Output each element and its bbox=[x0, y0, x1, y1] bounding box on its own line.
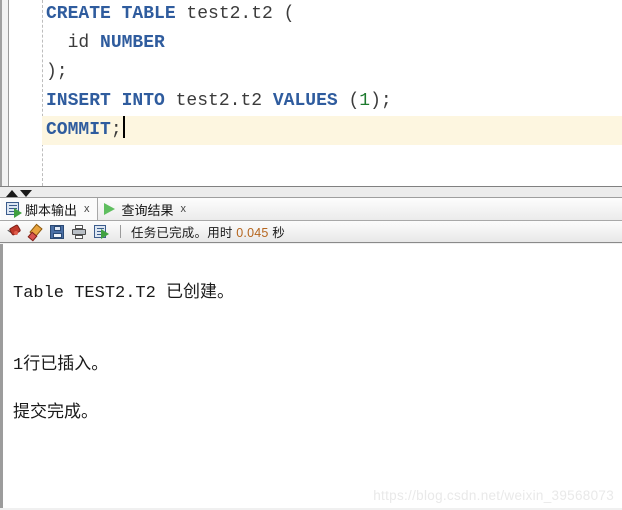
output-blank-line bbox=[13, 306, 622, 330]
splitter-collapse-arrows[interactable] bbox=[6, 188, 32, 198]
print-button[interactable] bbox=[70, 223, 88, 241]
code-line[interactable]: INSERT INTO test2.t2 VALUES (1); bbox=[44, 87, 622, 116]
code-token: ); bbox=[46, 62, 68, 82]
sql-editor-pane[interactable]: CREATE TABLE test2.t2 ( id NUMBER); INSER… bbox=[0, 0, 622, 186]
editor-indent-guide bbox=[42, 0, 43, 186]
clear-button[interactable] bbox=[26, 223, 44, 241]
output-blank-line bbox=[13, 378, 622, 402]
text-caret bbox=[122, 116, 125, 138]
code-token: test2.t2 bbox=[164, 91, 273, 111]
output-tab-label: 脚本输出 bbox=[25, 202, 78, 218]
code-token: ; bbox=[110, 120, 122, 140]
code-line[interactable]: id NUMBER bbox=[44, 29, 622, 58]
code-line[interactable]: ); bbox=[44, 58, 622, 87]
output-tab-bar[interactable]: 脚本输出 x 查询结果 x bbox=[0, 198, 622, 221]
output-line: 提交完成。 bbox=[13, 404, 98, 423]
output-line: Table TEST2.T2 已创建。 bbox=[13, 284, 235, 303]
code-token: ( bbox=[337, 91, 360, 111]
toolbar-separator bbox=[120, 225, 121, 238]
output-toolbar[interactable]: 任务已完成。用时 0.045 秒 bbox=[0, 221, 622, 243]
pane-splitter[interactable] bbox=[0, 186, 622, 198]
run-script-icon bbox=[94, 224, 109, 239]
code-token: COMMIT bbox=[46, 120, 111, 140]
save-button[interactable] bbox=[48, 223, 66, 241]
close-icon[interactable]: x bbox=[181, 203, 187, 215]
pin-icon bbox=[6, 223, 22, 239]
script-output-text-area[interactable]: Table TEST2.T2 已创建。 1行已插入。 提交完成。 bbox=[0, 244, 622, 508]
code-token: INSERT INTO bbox=[46, 91, 165, 111]
script-output-icon bbox=[6, 201, 22, 218]
output-blank-line bbox=[13, 330, 622, 354]
close-icon[interactable]: x bbox=[84, 203, 90, 215]
output-tab-script-output[interactable]: 脚本输出 x bbox=[0, 198, 98, 220]
sql-code-area[interactable]: CREATE TABLE test2.t2 ( id NUMBER); INSER… bbox=[42, 0, 622, 186]
code-token: test2.t2 ( bbox=[175, 4, 295, 24]
code-token: VALUES bbox=[272, 91, 338, 111]
status-elapsed-time: 0.045 bbox=[236, 226, 269, 240]
code-token: id bbox=[46, 33, 101, 53]
output-tab-query-result[interactable]: 查询结果 x bbox=[98, 198, 194, 220]
eraser-icon bbox=[27, 223, 43, 241]
status-suffix: 秒 bbox=[268, 226, 285, 240]
pin-button[interactable] bbox=[4, 223, 22, 241]
output-tab-label: 查询结果 bbox=[121, 202, 174, 218]
script-output-lines: Table TEST2.T2 已创建。 1行已插入。 提交完成。 bbox=[13, 282, 622, 426]
output-panel: 脚本输出 x 查询结果 x 任务已完成。用时 0.045 秒 Table TES… bbox=[0, 198, 622, 510]
collapse-down-icon[interactable] bbox=[20, 189, 32, 197]
run-script-button[interactable] bbox=[92, 223, 110, 241]
status-prefix: 任务已完成。用时 bbox=[131, 226, 237, 240]
output-line: 1行已插入。 bbox=[13, 356, 109, 375]
code-token: 1 bbox=[359, 91, 371, 111]
task-status-text: 任务已完成。用时 0.045 秒 bbox=[131, 222, 285, 241]
code-line[interactable]: CREATE TABLE test2.t2 ( bbox=[44, 0, 622, 29]
code-token: CREATE TABLE bbox=[46, 4, 176, 24]
editor-gutter[interactable] bbox=[2, 0, 9, 186]
print-icon bbox=[72, 224, 86, 239]
editor-line-number-margin bbox=[9, 0, 41, 186]
code-line[interactable]: COMMIT; bbox=[42, 116, 622, 145]
code-token: ); bbox=[370, 91, 392, 111]
save-icon bbox=[50, 224, 64, 239]
play-green-icon bbox=[103, 202, 118, 217]
code-token: NUMBER bbox=[100, 33, 165, 53]
watermark-url: https://blog.csdn.net/weixin_39568073 bbox=[373, 488, 614, 503]
collapse-up-icon[interactable] bbox=[6, 189, 18, 197]
